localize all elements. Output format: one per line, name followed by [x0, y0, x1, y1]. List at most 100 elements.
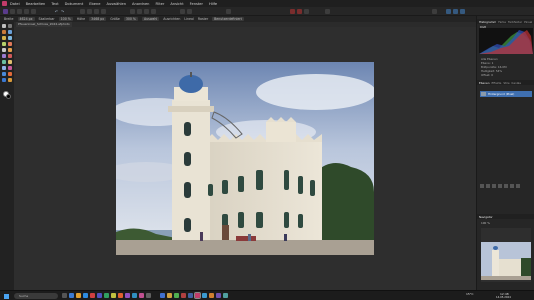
quick-mask-button[interactable] — [187, 9, 192, 14]
navigator-preview[interactable] — [481, 228, 531, 282]
export-persona-button[interactable] — [31, 9, 36, 14]
taskbar-search[interactable]: Suche — [14, 293, 58, 299]
taskbar-app-1-icon[interactable] — [69, 293, 74, 298]
tab-stile[interactable]: Stile — [503, 81, 509, 85]
add-mask-icon[interactable] — [486, 184, 490, 188]
selection-brush-icon[interactable] — [8, 30, 12, 34]
taskbar-app-19-icon[interactable] — [223, 293, 228, 298]
zoom-tool-icon[interactable] — [2, 78, 6, 82]
tone-map-persona-button[interactable] — [24, 9, 29, 14]
selection-mode-button[interactable] — [180, 9, 185, 14]
menu-bearbeiten[interactable]: Bearbeiten — [26, 2, 46, 6]
auto-white-balance-button[interactable] — [151, 9, 156, 14]
menu-filter[interactable]: Filter — [155, 2, 164, 6]
taskbar-app-5-icon[interactable] — [111, 293, 116, 298]
secondary-color-swatch[interactable] — [6, 94, 11, 99]
weather-widget[interactable]: 15°C — [466, 292, 473, 296]
taskbar-app-18-icon[interactable] — [216, 293, 221, 298]
windows-start-icon[interactable] — [4, 293, 9, 299]
tab-effekte[interactable]: Effekte — [492, 81, 502, 85]
taskbar-app-6-icon[interactable] — [118, 293, 123, 298]
tab-kanaele[interactable]: Kanäle — [512, 81, 521, 85]
taskbar-app-17-icon[interactable] — [209, 293, 214, 298]
view-tool-icon[interactable] — [8, 24, 12, 28]
task-view-icon[interactable] — [62, 293, 67, 298]
flood-select-icon[interactable] — [2, 36, 6, 40]
menu-auswaehlen[interactable]: Auswählen — [107, 2, 127, 6]
sharing-button[interactable] — [101, 9, 106, 14]
undo-icon[interactable]: ↶ — [54, 9, 59, 14]
tab-ebenen[interactable]: Ebenen — [479, 81, 490, 85]
taskbar-app-15-icon[interactable] — [188, 293, 193, 298]
zoom-tool-button[interactable] — [94, 9, 99, 14]
navigator-zoom[interactable]: 100 % — [481, 221, 490, 225]
taskbar-app-13-icon[interactable] — [174, 293, 179, 298]
ctx-scale-field[interactable]: 100 % — [58, 17, 73, 21]
erase-brush-icon[interactable] — [2, 48, 6, 52]
menu-hilfe[interactable]: Hilfe — [209, 2, 217, 6]
taskbar-app-2-icon[interactable] — [90, 293, 95, 298]
add-group-icon[interactable] — [504, 184, 508, 188]
ctx-mode-align[interactable]: Ausrichten — [163, 17, 180, 21]
liquify-persona-button[interactable] — [10, 9, 15, 14]
pen-tool-icon[interactable] — [2, 66, 6, 70]
layer-opacity-icon[interactable] — [480, 184, 484, 188]
add-adjustment-icon[interactable] — [492, 184, 496, 188]
add-layer-icon[interactable] — [510, 184, 514, 188]
studio-button-1[interactable] — [446, 9, 451, 14]
auto-levels-button[interactable] — [130, 9, 135, 14]
crop-tool-icon[interactable] — [2, 30, 6, 34]
paint-brush-icon[interactable] — [8, 42, 12, 46]
menu-datei[interactable]: Datei — [10, 2, 20, 6]
menu-text[interactable]: Text — [51, 2, 58, 6]
develop-persona-button[interactable] — [17, 9, 22, 14]
studio-button-3[interactable] — [460, 9, 465, 14]
taskbar-app-9-icon[interactable] — [139, 293, 144, 298]
edge-browser-icon[interactable] — [83, 293, 88, 298]
ctx-width-field[interactable]: 4624 px — [17, 17, 35, 21]
order-button[interactable] — [226, 9, 231, 14]
view-tool-button[interactable] — [80, 9, 85, 14]
taskbar-app-10-icon[interactable] — [146, 293, 151, 298]
auto-colors-button[interactable] — [144, 9, 149, 14]
taskbar-app-14-icon[interactable] — [181, 293, 186, 298]
tab-farbfelder[interactable]: Farbfelder — [508, 20, 522, 24]
arrange-window-button[interactable] — [432, 9, 437, 14]
mesh-warp-icon[interactable] — [8, 72, 12, 76]
delete-layer-icon[interactable] — [516, 184, 520, 188]
snapping-options-button[interactable] — [297, 9, 302, 14]
gradient-tool-icon[interactable] — [8, 78, 12, 82]
taskbar-app-16-icon[interactable] — [202, 293, 207, 298]
menu-fenster[interactable]: Fenster — [190, 2, 203, 6]
dodge-brush-icon[interactable] — [2, 54, 6, 58]
ctx-height-field[interactable]: 3468 px — [89, 17, 107, 21]
clock-date[interactable]: 14.05.2024 — [496, 296, 511, 299]
red-eye-tool-icon[interactable] — [8, 60, 12, 64]
menu-ansicht[interactable]: Ansicht — [170, 2, 183, 6]
menu-anordnen[interactable]: Anordnen — [132, 2, 149, 6]
taskbar-app-3-icon[interactable] — [97, 293, 102, 298]
marquee-tool-icon[interactable] — [8, 36, 12, 40]
auto-contrast-button[interactable] — [137, 9, 142, 14]
redo-icon[interactable]: ↷ — [60, 9, 65, 14]
ctx-mode-ruler[interactable]: Lineal — [184, 17, 193, 21]
photo-persona-button[interactable] — [3, 9, 8, 14]
taskbar-app-4-icon[interactable] — [104, 293, 109, 298]
clone-brush-icon[interactable] — [8, 54, 12, 58]
layer-row-background[interactable]: Hintergrund (Pixel) — [480, 91, 532, 97]
text-tool-icon[interactable] — [2, 72, 6, 76]
ctx-mode-grid[interactable]: Raster — [198, 17, 208, 21]
menu-ebene[interactable]: Ebene — [89, 2, 100, 6]
ctx-size-field[interactable]: 300 % — [123, 17, 138, 21]
taskbar-app-12-icon[interactable] — [167, 293, 172, 298]
affinity-photo-taskbar-icon[interactable] — [194, 292, 201, 299]
add-filter-icon[interactable] — [498, 184, 502, 188]
fill-tool-icon[interactable] — [8, 48, 12, 52]
assistant-button[interactable] — [304, 9, 309, 14]
help-button[interactable] — [325, 9, 330, 14]
snapping-button[interactable] — [290, 9, 295, 14]
document-photo[interactable] — [116, 62, 374, 255]
tab-navigator[interactable]: Navigator — [479, 215, 493, 219]
ctx-mode-custom[interactable]: Benutzerdefiniert — [212, 17, 244, 21]
menu-dokument[interactable]: Dokument — [65, 2, 84, 6]
